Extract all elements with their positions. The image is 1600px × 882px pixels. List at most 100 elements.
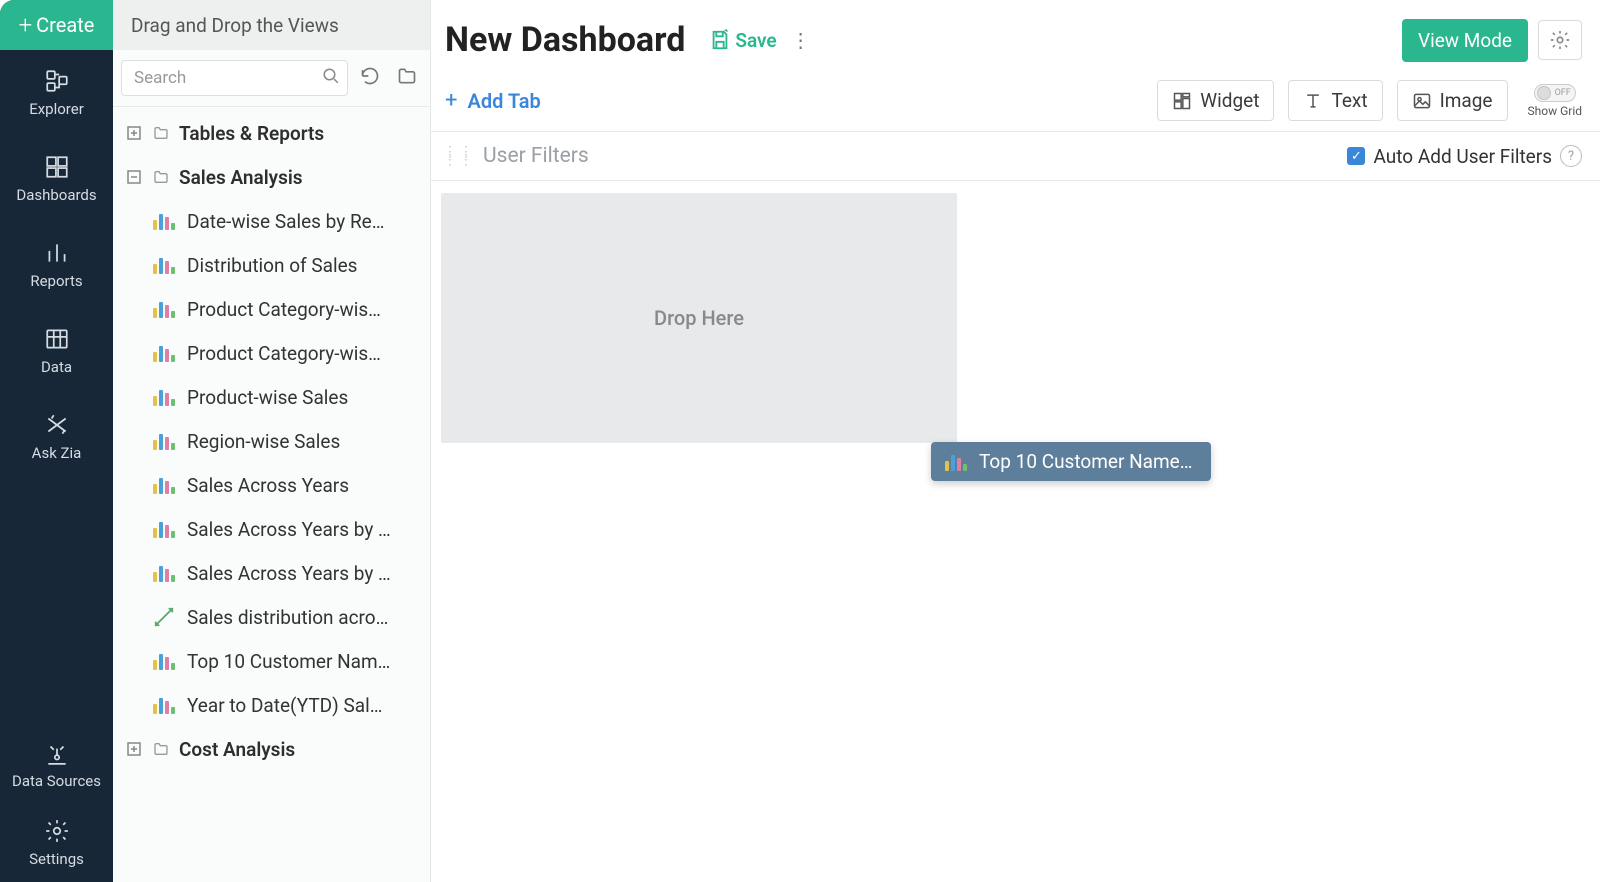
nav-dashboards[interactable]: Dashboards — [0, 136, 113, 222]
nav-label: Data — [41, 358, 72, 376]
text-icon — [1303, 91, 1323, 111]
chart-icon — [153, 652, 175, 670]
collapse-icon[interactable] — [123, 166, 145, 188]
folder-cost-analysis[interactable]: Cost Analysis — [113, 727, 430, 771]
nav-label: Ask Zia — [32, 444, 82, 462]
folder-label: Sales Analysis — [179, 166, 303, 189]
folder-label: Cost Analysis — [179, 738, 295, 761]
tree-item[interactable]: Date-wise Sales by Re… — [113, 199, 430, 243]
grip-icon[interactable]: ⋮⋮⋮⋮ — [443, 148, 475, 164]
folder-icon — [151, 167, 171, 187]
nav-spacer — [0, 480, 113, 726]
show-grid-toggle[interactable]: OFF Show Grid — [1528, 84, 1583, 118]
tree-item-label: Region-wise Sales — [187, 430, 340, 453]
save-button[interactable]: Save — [709, 29, 776, 52]
nav-settings[interactable]: Settings — [0, 804, 113, 882]
drop-zone[interactable]: Drop Here — [441, 193, 957, 443]
nav-ask-zia[interactable]: Ask Zia — [0, 394, 113, 480]
tree-item[interactable]: Sales Across Years — [113, 463, 430, 507]
drag-chip-label: Top 10 Customer Name b… — [979, 450, 1197, 473]
nav-label: Explorer — [29, 100, 84, 118]
folder-label: Tables & Reports — [179, 122, 324, 145]
widget-icon — [1172, 91, 1192, 111]
widget-button[interactable]: Widget — [1157, 80, 1274, 121]
views-panel: Drag and Drop the Views Tables & Reports — [113, 0, 431, 882]
chart-icon — [153, 388, 175, 406]
tree: Tables & Reports Sales Analysis Date-wis… — [113, 107, 430, 882]
dashboard-canvas[interactable]: Drop Here Top 10 Customer Name b… — [431, 181, 1600, 882]
tree-item[interactable]: Sales distribution acro… — [113, 595, 430, 639]
save-icon — [709, 29, 731, 51]
tree-item-label: Sales distribution acro… — [187, 606, 388, 629]
main-area: New Dashboard Save ⋮ View Mode + Add Tab… — [431, 0, 1600, 882]
tree-item[interactable]: Distribution of Sales — [113, 243, 430, 287]
tree-item[interactable]: Year to Date(YTD) Sal… — [113, 683, 430, 727]
tree-item[interactable]: Region-wise Sales — [113, 419, 430, 463]
create-button[interactable]: + Create — [0, 0, 113, 50]
nav-label: Dashboards — [16, 186, 96, 204]
nav-data-sources[interactable]: Data Sources — [0, 726, 113, 804]
tree-item[interactable]: Product Category-wis… — [113, 287, 430, 331]
tree-item-label: Sales Across Years by … — [187, 562, 391, 585]
views-toolbar — [113, 50, 430, 107]
app-root: + Create Explorer Dashboards Reports Dat… — [0, 0, 1600, 882]
dashboards-icon — [44, 154, 70, 180]
refresh-icon[interactable] — [356, 62, 384, 94]
add-tab-label: Add Tab — [467, 89, 540, 113]
folder-tables-reports[interactable]: Tables & Reports — [113, 111, 430, 155]
tree-item[interactable]: Sales Across Years by … — [113, 507, 430, 551]
nav-label: Reports — [30, 272, 82, 290]
chart-icon — [153, 432, 175, 450]
expand-icon[interactable] — [123, 738, 145, 760]
tree-item-label: Top 10 Customer Nam… — [187, 650, 390, 673]
chart-icon — [153, 696, 175, 714]
nav-column: + Create Explorer Dashboards Reports Dat… — [0, 0, 113, 882]
user-filters-label: User Filters — [483, 144, 589, 168]
folder-icon[interactable] — [392, 62, 422, 94]
folder-icon — [151, 123, 171, 143]
create-label: Create — [36, 13, 94, 37]
show-grid-label: Show Grid — [1528, 104, 1583, 118]
expand-icon[interactable] — [123, 122, 145, 144]
user-filters-bar: ⋮⋮⋮⋮ User Filters ✓ Auto Add User Filter… — [431, 131, 1600, 181]
gear-icon — [44, 818, 70, 844]
view-mode-button[interactable]: View Mode — [1402, 19, 1528, 62]
dragging-chip[interactable]: Top 10 Customer Name b… — [931, 442, 1211, 481]
toggle-knob — [1537, 86, 1551, 100]
tree-item-label: Sales Across Years by … — [187, 518, 391, 541]
nav-reports[interactable]: Reports — [0, 222, 113, 308]
tree-item-label: Product Category-wis… — [187, 342, 381, 365]
dashboard-title: New Dashboard — [445, 20, 685, 60]
settings-button[interactable] — [1538, 20, 1582, 60]
nav-data[interactable]: Data — [0, 308, 113, 394]
tree-item-label: Sales Across Years — [187, 474, 349, 497]
save-label: Save — [735, 29, 776, 52]
tree-item[interactable]: Product-wise Sales — [113, 375, 430, 419]
tree-item-label: Year to Date(YTD) Sal… — [187, 694, 382, 717]
toggle-off[interactable]: OFF — [1534, 84, 1576, 102]
chart-icon — [153, 212, 175, 230]
drop-here-label: Drop Here — [654, 306, 744, 330]
more-menu-icon[interactable]: ⋮ — [791, 28, 812, 52]
checkbox-checked-icon[interactable]: ✓ — [1347, 147, 1365, 165]
auto-add-filters[interactable]: ✓ Auto Add User Filters — [1347, 145, 1552, 168]
folder-sales-analysis[interactable]: Sales Analysis — [113, 155, 430, 199]
tree-item[interactable]: Top 10 Customer Nam… — [113, 639, 430, 683]
tree-item-label: Date-wise Sales by Re… — [187, 210, 384, 233]
add-tab-button[interactable]: + Add Tab — [445, 88, 541, 113]
text-label: Text — [1331, 89, 1367, 112]
nav-explorer[interactable]: Explorer — [0, 50, 113, 136]
search-wrap — [121, 60, 348, 96]
tree-item[interactable]: Sales Across Years by … — [113, 551, 430, 595]
image-button[interactable]: Image — [1397, 80, 1508, 121]
chart-icon — [945, 453, 967, 471]
tree-item-label: Product Category-wis… — [187, 298, 381, 321]
text-button[interactable]: Text — [1288, 80, 1382, 121]
data-icon — [44, 326, 70, 352]
search-input[interactable] — [121, 60, 348, 96]
help-icon[interactable]: ? — [1560, 145, 1582, 167]
tree-item[interactable]: Product Category-wis… — [113, 331, 430, 375]
chart-icon — [153, 564, 175, 582]
image-icon — [1412, 91, 1432, 111]
search-icon[interactable] — [322, 67, 340, 89]
